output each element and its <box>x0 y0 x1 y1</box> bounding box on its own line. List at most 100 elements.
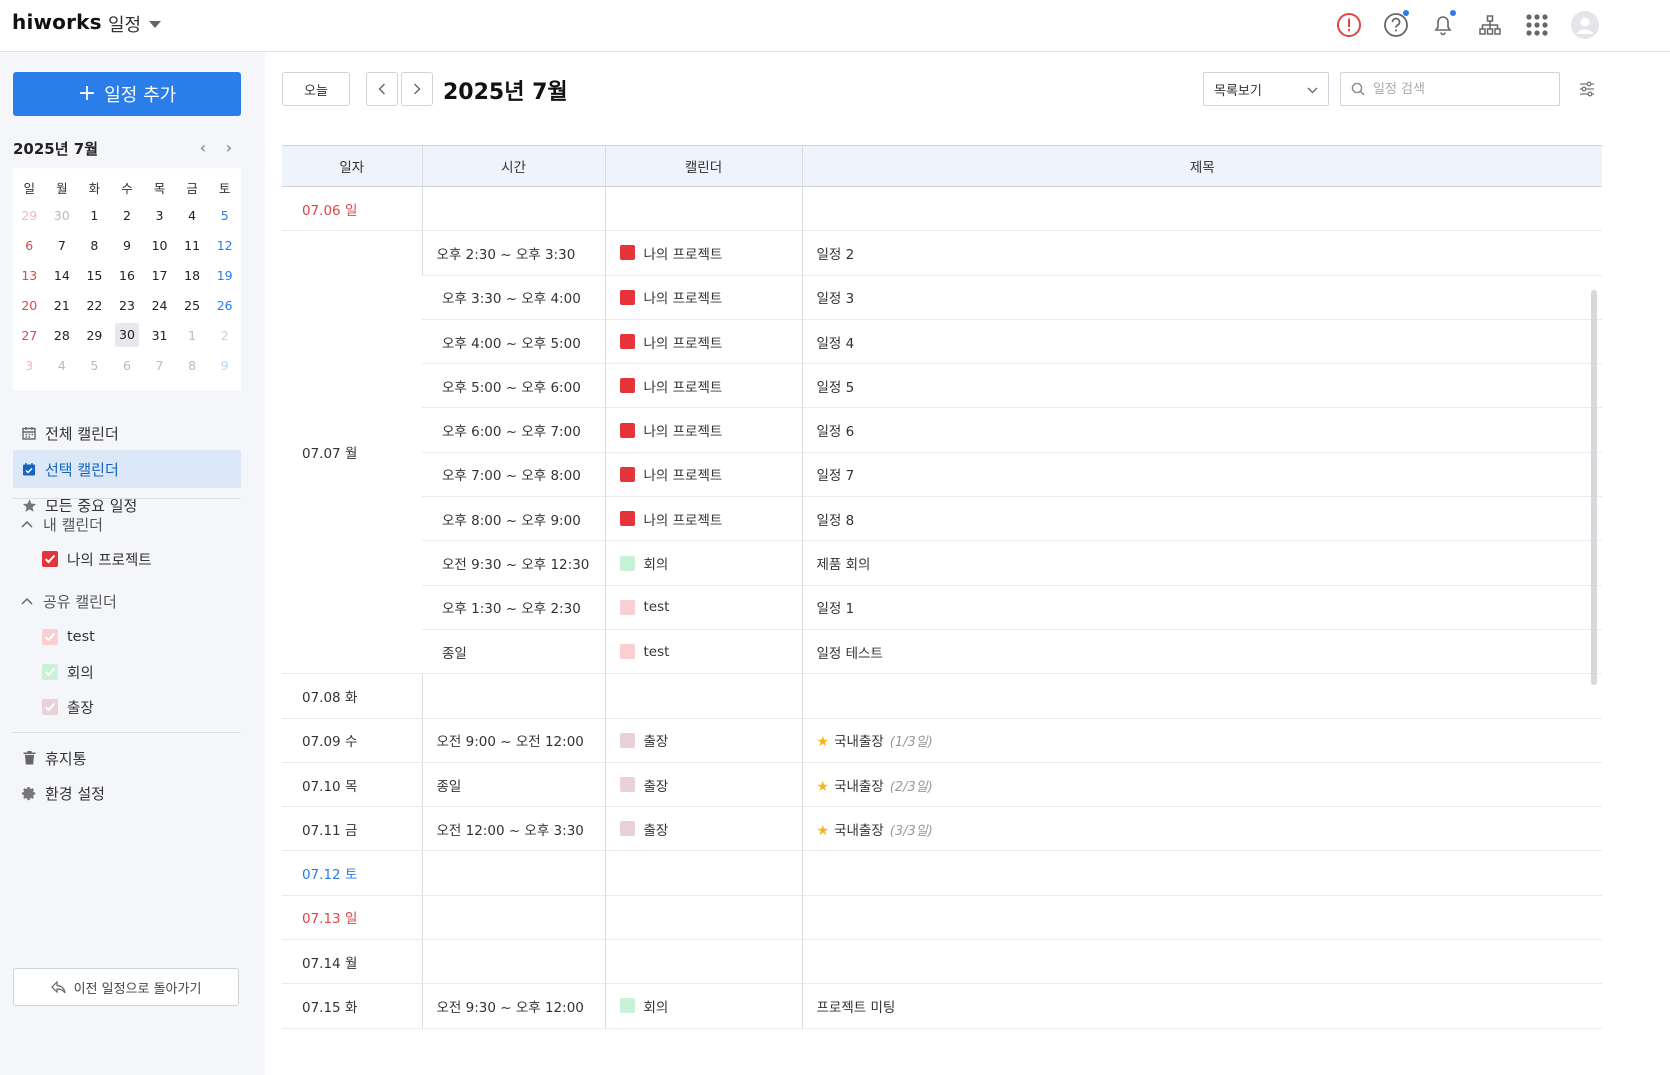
mini-calendar-day[interactable]: 5 <box>208 200 241 230</box>
back-to-previous-button[interactable]: 이전 일정으로 돌아가기 <box>13 968 239 1006</box>
mini-calendar-day[interactable]: 19 <box>208 260 241 290</box>
mini-calendar-day[interactable]: 1 <box>176 320 209 350</box>
schedule-title[interactable]: 국내출장 <box>834 734 884 750</box>
mini-calendar-day[interactable]: 15 <box>78 260 111 290</box>
table-row[interactable]: 오후 4:00 ~ 오후 5:00 나의 프로젝트 일정 4 <box>282 319 1602 365</box>
checkbox[interactable] <box>42 699 58 715</box>
mini-calendar-day[interactable]: 16 <box>111 260 144 290</box>
mini-calendar-day[interactable]: 29 <box>78 320 111 350</box>
calendar-item-business-trip[interactable]: 출장 <box>42 696 94 718</box>
schedule-title[interactable]: 일정 3 <box>817 291 855 307</box>
mini-calendar-day[interactable]: 2 <box>111 200 144 230</box>
avatar[interactable] <box>1570 10 1600 40</box>
mini-calendar-day[interactable]: 29 <box>13 200 46 230</box>
mini-calendar-day[interactable]: 2 <box>208 320 241 350</box>
today-button[interactable]: 오늘 <box>282 72 350 106</box>
add-schedule-button[interactable]: + 일정 추가 <box>13 72 241 116</box>
table-row[interactable]: 오후 5:00 ~ 오후 6:00 나의 프로젝트 일정 5 <box>282 363 1602 409</box>
mini-calendar-day[interactable]: 6 <box>13 230 46 260</box>
calendar-item-test[interactable]: test <box>42 626 95 648</box>
mini-calendar-day[interactable]: 3 <box>143 200 176 230</box>
checkbox[interactable] <box>42 664 58 680</box>
nav-settings[interactable]: 환경 설정 <box>13 774 241 812</box>
logo[interactable]: hiworks <box>12 10 102 34</box>
mini-calendar-day[interactable]: 31 <box>143 320 176 350</box>
schedule-title[interactable]: 일정 4 <box>817 336 855 352</box>
calendar-item-meeting[interactable]: 회의 <box>42 661 94 683</box>
alert-icon[interactable] <box>1334 10 1364 40</box>
column-header-calendar[interactable]: 캘린더 <box>604 145 802 187</box>
title-cell[interactable]: 일정 4 <box>801 319 1602 365</box>
mini-calendar-day[interactable]: 23 <box>111 290 144 320</box>
mini-calendar-day[interactable]: 4 <box>46 350 79 380</box>
table-row[interactable]: 07.14 월 <box>282 939 1602 985</box>
table-row[interactable]: 07.12 토 <box>282 850 1602 896</box>
important-star-icon[interactable]: ★ <box>817 823 830 839</box>
search-input[interactable] <box>1373 81 1543 97</box>
schedule-title[interactable]: 일정 2 <box>817 247 855 263</box>
calendar-item-my-project[interactable]: 나의 프로젝트 <box>42 548 152 570</box>
table-row[interactable]: 오후 8:00 ~ 오후 9:00 나의 프로젝트 일정 8 <box>282 496 1602 542</box>
table-row[interactable]: 오전 9:30 ~ 오후 12:30 회의 제품 회의 <box>282 540 1602 586</box>
checkbox[interactable] <box>42 629 58 645</box>
filter-settings-icon[interactable] <box>1576 78 1598 100</box>
bell-icon[interactable] <box>1428 10 1458 40</box>
org-chart-icon[interactable] <box>1475 10 1505 40</box>
view-mode-select[interactable]: 목록보기 <box>1203 72 1329 106</box>
table-row[interactable]: 07.06 일 <box>282 186 1602 232</box>
schedule-title[interactable]: 국내출장 <box>834 823 884 839</box>
mini-next-month-button[interactable]: › <box>219 138 239 158</box>
mini-calendar-day[interactable]: 27 <box>13 320 46 350</box>
mini-calendar-day[interactable]: 24 <box>143 290 176 320</box>
mini-calendar-day[interactable]: 8 <box>78 230 111 260</box>
mini-calendar-day[interactable]: 11 <box>176 230 209 260</box>
mini-calendar-day[interactable]: 6 <box>111 350 144 380</box>
mini-calendar-day[interactable]: 4 <box>176 200 209 230</box>
title-cell[interactable]: 프로젝트 미팅 <box>801 983 1602 1029</box>
table-row[interactable]: 07.09 수 오전 9:00 ~ 오전 12:00 출장 ★ 국내출장 (1/3일) <box>282 718 1602 763</box>
mini-calendar-day[interactable]: 9 <box>208 350 241 380</box>
table-row[interactable]: 07.07 월 오후 2:30 ~ 오후 3:30 나의 프로젝트 일정 2 <box>282 230 1602 675</box>
mini-calendar-day[interactable]: 7 <box>143 350 176 380</box>
table-row[interactable]: 07.10 목 종일 출장 ★ 국내출장 (2/3일) <box>282 762 1602 808</box>
title-cell[interactable]: ★ 국내출장 (1/3일) <box>801 718 1602 763</box>
mini-calendar-day[interactable]: 8 <box>176 350 209 380</box>
schedule-title[interactable]: 일정 5 <box>817 380 855 396</box>
title-cell[interactable]: 일정 1 <box>801 585 1602 630</box>
mini-calendar-day[interactable]: 7 <box>46 230 79 260</box>
app-switcher[interactable]: 일정 <box>108 11 162 37</box>
table-row[interactable]: 07.13 일 <box>282 895 1602 941</box>
title-cell[interactable] <box>801 939 1602 985</box>
mini-calendar-day[interactable]: 21 <box>46 290 79 320</box>
title-cell[interactable]: 일정 8 <box>801 496 1602 542</box>
schedule-title[interactable]: 일정 테스트 <box>817 646 883 662</box>
title-cell[interactable]: ★ 국내출장 (3/3일) <box>801 806 1602 852</box>
mini-calendar-day[interactable]: 26 <box>208 290 241 320</box>
mini-calendar-day[interactable]: 30 <box>46 200 79 230</box>
my-calendar-group-toggle[interactable]: 내 캘린더 <box>21 513 103 535</box>
mini-calendar-day[interactable]: 18 <box>176 260 209 290</box>
mini-calendar-day[interactable]: 12 <box>208 230 241 260</box>
mini-calendar-day[interactable]: 10 <box>143 230 176 260</box>
mini-calendar-day[interactable]: 9 <box>111 230 144 260</box>
next-month-button[interactable] <box>401 72 433 106</box>
help-icon[interactable] <box>1381 10 1411 40</box>
mini-prev-month-button[interactable]: ‹ <box>193 138 213 158</box>
column-header-date[interactable]: 일자 <box>282 145 422 187</box>
mini-calendar-day[interactable]: 30 <box>111 320 144 350</box>
mini-calendar-day[interactable]: 22 <box>78 290 111 320</box>
nav-selected-calendars[interactable]: 선택 캘린더 <box>13 450 241 488</box>
prev-month-button[interactable] <box>366 72 398 106</box>
title-cell[interactable]: 일정 7 <box>801 452 1602 498</box>
mini-calendar-day[interactable]: 17 <box>143 260 176 290</box>
important-star-icon[interactable]: ★ <box>817 779 830 795</box>
schedule-title[interactable]: 일정 6 <box>817 424 855 440</box>
mini-calendar-day[interactable]: 1 <box>78 200 111 230</box>
table-row[interactable]: 07.15 화 오전 9:30 ~ 오후 12:00 회의 프로젝트 미팅 <box>282 983 1602 1029</box>
schedule-title[interactable]: 일정 8 <box>817 513 855 529</box>
table-row[interactable]: 07.08 화 <box>282 673 1602 719</box>
mini-calendar-day[interactable]: 28 <box>46 320 79 350</box>
mini-calendar-day[interactable]: 20 <box>13 290 46 320</box>
title-cell[interactable] <box>801 673 1602 719</box>
title-cell[interactable]: 일정 2 <box>801 230 1602 276</box>
